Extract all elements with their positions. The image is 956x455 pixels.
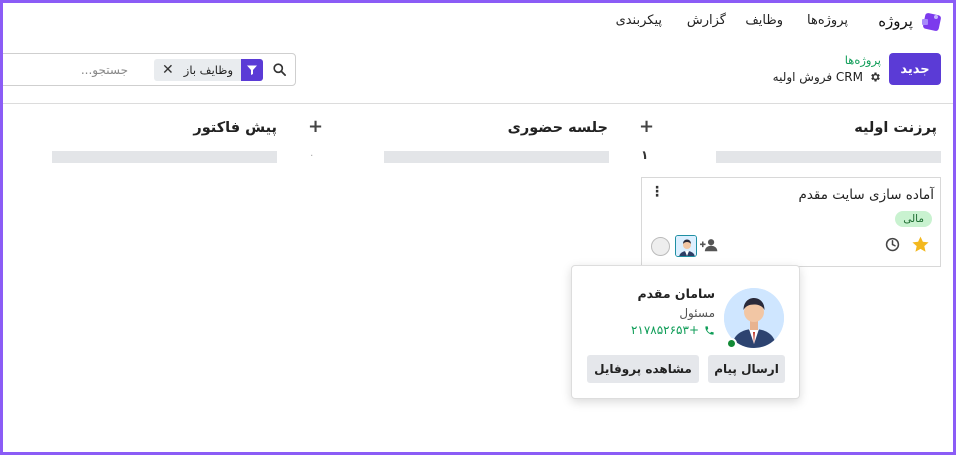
popover-phone[interactable]: ۲۱۷۸۵۲۶۵۳+ xyxy=(631,323,715,337)
top-navbar: پروژه پروژه‌ها وظایف گزارش پیکربندی xyxy=(3,3,953,41)
online-status-dot xyxy=(726,338,737,349)
card-menu-kebab-icon[interactable]: ⋮ xyxy=(650,184,664,200)
nav-projects[interactable]: پروژه‌ها xyxy=(807,13,848,28)
column-progress-bar[interactable] xyxy=(384,151,609,163)
search-input[interactable] xyxy=(8,60,128,80)
column-progress-bar[interactable] xyxy=(52,151,277,163)
nav-reporting[interactable]: گزارش xyxy=(687,13,726,28)
view-profile-button[interactable]: مشاهده پروفایل xyxy=(587,355,699,383)
control-panel: جدید پروژه‌ها فروش اولیه CRM ✕ وظایف باز xyxy=(3,41,953,104)
nav-tasks[interactable]: وظایف xyxy=(745,13,783,28)
breadcrumb-current: فروش اولیه CRM xyxy=(773,70,881,84)
column-count: ۰ xyxy=(309,150,315,161)
status-circle[interactable] xyxy=(651,237,670,256)
popover-role: مسئول xyxy=(679,306,715,320)
popover-name: سامان مقدم xyxy=(637,286,715,301)
column-progress-bar[interactable] xyxy=(716,151,941,163)
new-button[interactable]: جدید xyxy=(889,53,941,85)
column-add-plus-icon[interactable]: + xyxy=(308,116,323,137)
search-bar: ✕ وظایف باز xyxy=(3,53,296,86)
add-assignee-icon[interactable] xyxy=(700,238,718,252)
task-card[interactable]: آماده سازی سایت مقدم ⋮ مالی xyxy=(641,177,941,267)
gear-icon[interactable] xyxy=(869,71,881,83)
send-message-button[interactable]: ارسال پیام xyxy=(708,355,785,383)
popover-phone-number: ۲۱۷۸۵۲۶۵۳+ xyxy=(630,323,699,337)
user-popover: سامان مقدم مسئول ۲۱۷۸۵۲۶۵۳+ ارسال پیام م… xyxy=(571,265,800,399)
nav-configuration[interactable]: پیکربندی xyxy=(616,13,662,28)
column-title-proforma[interactable]: پیش فاکتور xyxy=(193,120,277,136)
app-window: پروژه پروژه‌ها وظایف گزارش پیکربندی جدید… xyxy=(3,3,953,452)
assignee-avatar[interactable] xyxy=(675,235,697,257)
app-title[interactable]: پروژه xyxy=(878,12,913,30)
card-tag: مالی xyxy=(895,211,932,227)
search-icon[interactable] xyxy=(272,62,287,77)
breadcrumb-current-label: فروش اولیه CRM xyxy=(772,70,863,84)
facet-label: وظایف باز xyxy=(183,63,233,77)
card-title: آماده سازی سایت مقدم xyxy=(798,187,934,203)
remove-facet-icon[interactable]: ✕ xyxy=(154,62,178,78)
filter-icon xyxy=(241,59,263,81)
star-icon[interactable] xyxy=(911,235,930,254)
app-logo-icon[interactable] xyxy=(921,11,943,33)
column-add-plus-icon[interactable]: + xyxy=(639,116,654,137)
column-count: ۱ xyxy=(641,148,649,162)
column-title-in-person-meeting[interactable]: جلسه حضوری xyxy=(508,120,608,136)
phone-icon xyxy=(705,325,714,335)
column-title-initial-presentation[interactable]: پرزنت اولیه xyxy=(854,120,937,136)
activity-clock-icon[interactable] xyxy=(885,237,900,252)
filter-facet: ✕ وظایف باز xyxy=(154,59,263,81)
breadcrumb-projects[interactable]: پروژه‌ها xyxy=(845,53,881,67)
